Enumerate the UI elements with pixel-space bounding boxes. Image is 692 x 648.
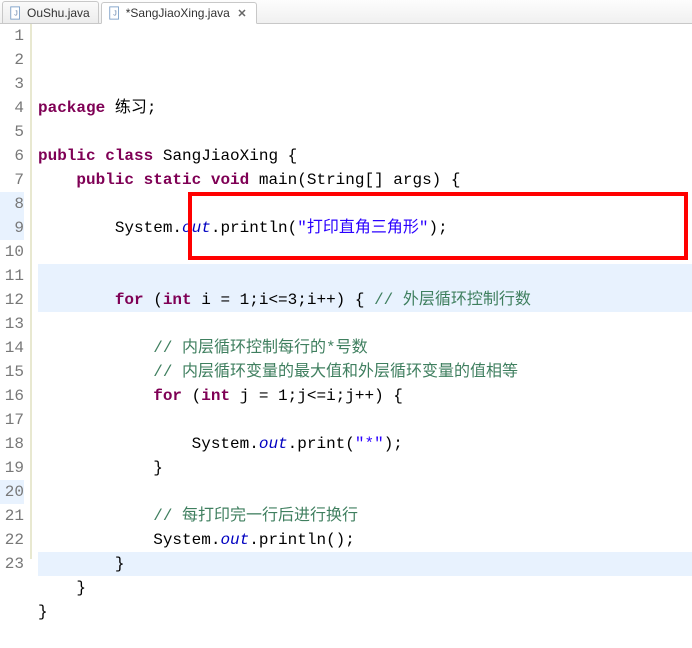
code-line[interactable]: } [38, 576, 692, 600]
line-number: 2 [0, 48, 24, 72]
line-number: 5 [0, 120, 24, 144]
line-number: 22 [0, 528, 24, 552]
line-number: 17 [0, 408, 24, 432]
tab-sangjiaoxing[interactable]: J *SangJiaoXing.java [101, 2, 257, 24]
line-number: 20 [0, 480, 24, 504]
line-number: 11 [0, 264, 24, 288]
line-number: 6 [0, 144, 24, 168]
line-number: 12 [0, 288, 24, 312]
line-number: 19 [0, 456, 24, 480]
code-line[interactable]: // 每打印完一行后进行换行 [38, 504, 692, 528]
code-line[interactable] [38, 192, 692, 216]
tab-oushu[interactable]: J OuShu.java [2, 1, 99, 23]
code-line[interactable] [38, 264, 692, 288]
line-number: 9 [0, 216, 24, 240]
line-number: 15 [0, 360, 24, 384]
code-line[interactable] [38, 240, 692, 264]
svg-text:J: J [14, 10, 18, 17]
tab-label: *SangJiaoXing.java [126, 6, 230, 20]
code-line[interactable]: System.out.println(); [38, 528, 692, 552]
line-number: 1 [0, 24, 24, 48]
close-icon[interactable] [236, 7, 248, 19]
code-line[interactable]: } [38, 456, 692, 480]
line-number: 23 [0, 552, 24, 576]
line-number: 16 [0, 384, 24, 408]
line-number: 10 [0, 240, 24, 264]
code-line[interactable] [38, 120, 692, 144]
line-number: 13 [0, 312, 24, 336]
code-line[interactable]: public class SangJiaoXing { [38, 144, 692, 168]
line-number: 7 [0, 168, 24, 192]
code-line[interactable]: package 练习; [38, 96, 692, 120]
java-file-icon: J [9, 6, 23, 20]
line-number: 14 [0, 336, 24, 360]
java-file-icon: J [108, 6, 122, 20]
line-gutter: 1234567891011121314151617181920212223 [0, 24, 32, 559]
tab-label: OuShu.java [27, 6, 90, 20]
code-line[interactable]: } [38, 552, 692, 576]
code-line[interactable]: for (int j = 1;j<=i;j++) { [38, 384, 692, 408]
code-line[interactable]: for (int i = 1;i<=3;i++) { // 外层循环控制行数 [38, 288, 692, 312]
code-line[interactable]: // 内层循环变量的最大值和外层循环变量的值相等 [38, 360, 692, 384]
code-line[interactable]: System.out.print("*"); [38, 432, 692, 456]
line-number: 21 [0, 504, 24, 528]
code-line[interactable]: } [38, 600, 692, 624]
code-line[interactable] [38, 624, 692, 648]
svg-text:J: J [113, 11, 117, 18]
code-line[interactable]: // 内层循环控制每行的*号数 [38, 336, 692, 360]
code-area[interactable]: package 练习; public class SangJiaoXing { p… [32, 24, 692, 559]
line-number: 8 [0, 192, 24, 216]
line-number: 18 [0, 432, 24, 456]
line-number: 3 [0, 72, 24, 96]
code-editor[interactable]: 1234567891011121314151617181920212223 pa… [0, 24, 692, 559]
code-line[interactable] [38, 312, 692, 336]
code-line[interactable]: System.out.println("打印直角三角形"); [38, 216, 692, 240]
code-line[interactable] [38, 480, 692, 504]
code-line[interactable]: public static void main(String[] args) { [38, 168, 692, 192]
line-number: 4 [0, 96, 24, 120]
code-line[interactable] [38, 408, 692, 432]
tab-bar: J OuShu.java J *SangJiaoXing.java [0, 0, 692, 24]
